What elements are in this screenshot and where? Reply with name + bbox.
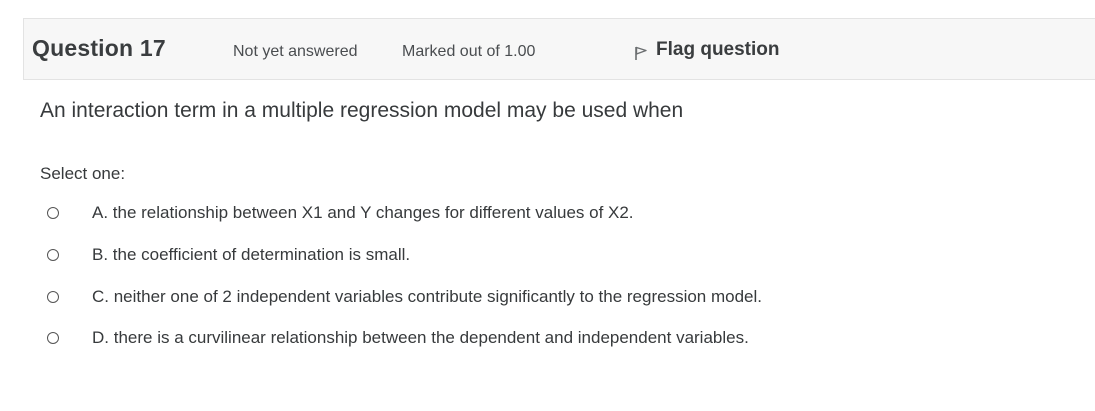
answer-option-a[interactable]: A. the relationship between X1 and Y cha… — [40, 196, 634, 230]
question-grade: Marked out of 1.00 — [402, 43, 536, 60]
radio-button-c[interactable] — [47, 291, 59, 303]
flag-question-label: Flag question — [656, 39, 780, 60]
answer-label-c[interactable]: C. neither one of 2 independent variable… — [92, 287, 762, 307]
select-one-prompt: Select one: — [40, 164, 126, 183]
flag-icon — [635, 46, 647, 60]
answer-label-a[interactable]: A. the relationship between X1 and Y cha… — [92, 203, 634, 223]
question-number: Question 17 — [32, 35, 166, 61]
answer-label-d[interactable]: D. there is a curvilinear relationship b… — [92, 328, 749, 348]
answer-label-b[interactable]: B. the coefficient of determination is s… — [92, 245, 410, 265]
answer-option-b[interactable]: B. the coefficient of determination is s… — [40, 238, 410, 272]
question-state: Not yet answered — [233, 43, 358, 60]
question-text: An interaction term in a multiple regres… — [40, 99, 684, 122]
radio-button-d[interactable] — [47, 332, 59, 344]
radio-button-a[interactable] — [47, 207, 59, 219]
answer-option-d[interactable]: D. there is a curvilinear relationship b… — [40, 321, 749, 355]
question-info-header: Question 17 Not yet answered Marked out … — [23, 18, 1095, 80]
radio-button-b[interactable] — [47, 249, 59, 261]
flag-question-button[interactable]: Flag question — [633, 39, 780, 61]
answer-option-c[interactable]: C. neither one of 2 independent variable… — [40, 280, 762, 314]
